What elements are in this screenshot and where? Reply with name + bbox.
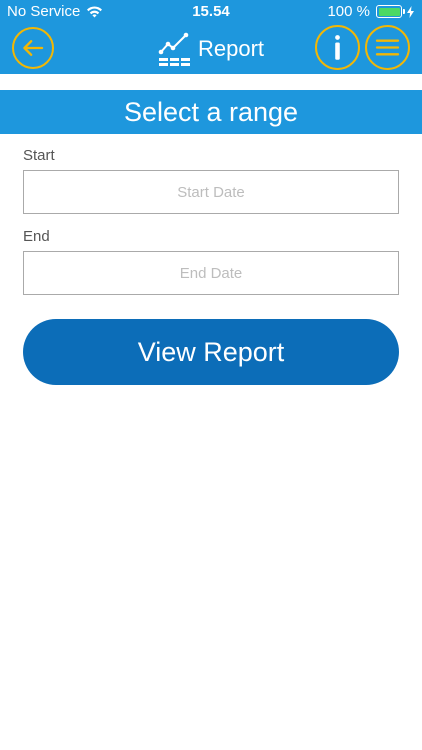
start-date-field[interactable] [23, 170, 399, 214]
menu-icon [375, 39, 400, 56]
end-date-input[interactable] [24, 252, 398, 294]
battery-percent: 100 % [327, 3, 370, 20]
info-icon [335, 35, 340, 60]
end-label: End [23, 228, 50, 245]
charging-bolt-icon [407, 5, 414, 18]
info-button[interactable] [315, 25, 360, 70]
header-bar: No Service 15.54 100 % Report [0, 0, 422, 74]
back-button[interactable] [12, 27, 54, 69]
battery-icon [376, 5, 405, 18]
section-title: Select a range [0, 90, 422, 134]
end-date-field[interactable] [23, 251, 399, 295]
header-title: Report [198, 36, 265, 61]
status-bar: No Service 15.54 100 % [0, 0, 422, 24]
back-arrow-icon [23, 40, 44, 56]
start-label: Start [23, 147, 55, 164]
start-date-input[interactable] [24, 171, 398, 213]
page-title: Report [158, 30, 264, 68]
view-report-button[interactable]: View Report [23, 319, 399, 385]
menu-button[interactable] [365, 25, 410, 70]
report-chart-icon [158, 32, 190, 66]
